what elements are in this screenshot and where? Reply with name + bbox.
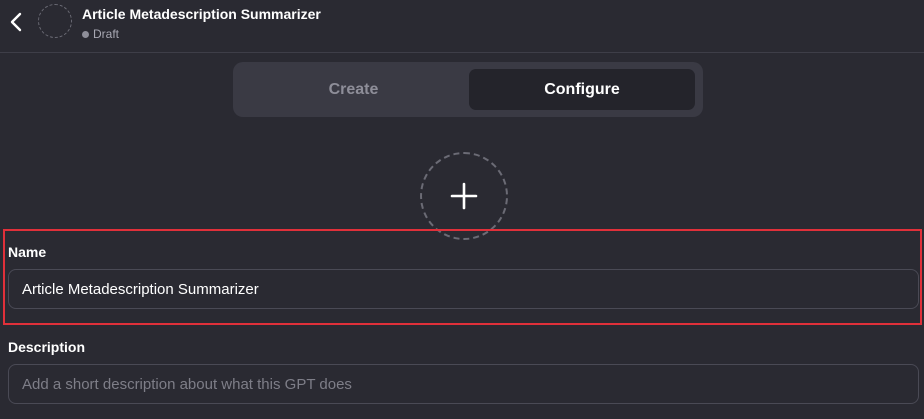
header-bar: Article Metadescription Summarizer Draft — [0, 0, 924, 53]
back-button[interactable] — [6, 10, 26, 34]
name-input[interactable] — [8, 269, 919, 309]
tab-create[interactable]: Create — [240, 69, 467, 110]
tab-configure[interactable]: Configure — [469, 69, 695, 110]
plus-icon — [450, 182, 478, 210]
status-label: Draft — [93, 27, 120, 41]
description-input[interactable] — [8, 364, 919, 404]
avatar-upload-button[interactable] — [420, 152, 508, 240]
gpt-title: Article Metadescription Summarizer — [82, 6, 321, 22]
empty-avatar-icon — [38, 4, 72, 38]
mode-tabs: Create Configure — [233, 62, 703, 117]
chevron-left-icon — [10, 12, 22, 32]
status-dot-icon — [82, 30, 89, 38]
status-indicator: Draft — [82, 27, 119, 41]
name-label: Name — [8, 244, 47, 260]
description-label: Description — [8, 339, 86, 355]
